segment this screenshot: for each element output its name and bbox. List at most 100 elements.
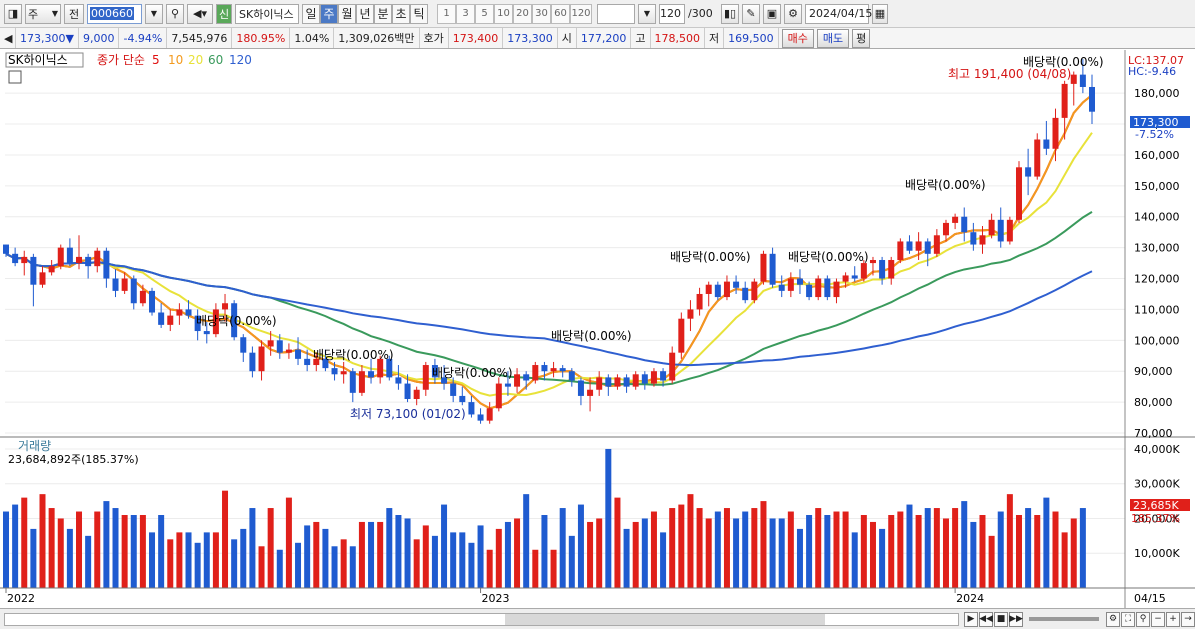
grid-toggle-icon[interactable] [8,70,22,84]
candle-body [769,253,776,285]
interval-button[interactable]: 5 [475,3,494,24]
sell-button[interactable]: 매도 [816,28,850,48]
interval-button[interactable]: 120 [570,3,592,24]
chart-menu-icon[interactable]: ◨ [4,3,22,24]
candle-body [222,303,229,310]
fullscreen-icon[interactable]: ⛶ [1121,611,1135,627]
candle-icon[interactable]: ▮▯ [721,3,739,24]
date-input[interactable]: 2024/04/15 [805,3,872,24]
dropdown-arrow-icon[interactable]: ▼ [145,3,163,24]
volume-bar [1070,518,1077,588]
candle-body [824,278,831,298]
high-label: 고 [631,28,651,48]
volume-bar [632,521,639,588]
volume-bar [76,511,83,588]
zoom-slider[interactable] [1029,617,1099,621]
calendar-icon[interactable]: ▦ [872,3,888,24]
forward-icon[interactable]: ▶▶ [1009,611,1023,627]
volume-bar [450,532,457,588]
volume-bar [167,539,174,588]
save-icon[interactable]: ▣ [763,3,781,24]
eval-button[interactable]: 평 [852,28,871,48]
candle-body [103,250,110,279]
trade-amount: 1,309,026백만 [334,28,420,48]
interval-button[interactable]: 3 [456,3,475,24]
volume-bar [441,504,448,588]
legend-stock-name: SK하이닉스 [8,53,68,67]
custom-interval-input[interactable] [597,3,635,24]
candle-body [888,259,895,279]
candle-body [833,281,840,298]
volume-bar [504,521,511,588]
next-icon[interactable]: ▶ [964,611,978,627]
volume-bar [1079,508,1086,588]
interval-button[interactable]: 30 [532,3,551,24]
hc-value: HC:-9.46 [1128,65,1176,78]
tool-icon[interactable]: ✎ [742,3,760,24]
zoom-icon[interactable]: ⚲ [1136,611,1150,627]
volume-bar [833,511,840,588]
tab-period[interactable]: 분 [374,3,392,24]
candle-body [970,232,977,245]
volume-bar [760,501,767,588]
search-icon[interactable]: ⚲ [166,3,184,24]
candle-body [413,389,420,400]
stock-code-input[interactable]: 000660 [87,3,142,24]
tab-period[interactable]: 일 [302,3,320,24]
volume-bar [431,535,438,588]
volume-bar [30,528,37,588]
candle-body [167,315,174,325]
candle-body [869,259,876,264]
interval-button[interactable]: 60 [551,3,570,24]
volume-bar [377,521,384,588]
stop-icon[interactable]: ■ [994,611,1008,627]
dividend-label: 배당락(0.00%) [313,348,394,362]
gear-icon[interactable]: ⚙ [784,3,802,24]
open-label: 시 [558,28,577,48]
candle-body [139,290,146,304]
interval-button[interactable]: 1 [437,3,456,24]
settings-icon[interactable]: ⚙ [1106,611,1120,627]
speaker-icon[interactable]: ◀▾ [187,3,213,24]
chevron-down-icon[interactable]: ▼ [638,3,656,24]
tab-period[interactable]: 틱 [410,3,428,24]
tab-period[interactable]: 년 [356,3,374,24]
candle-body [733,281,740,288]
candle-body [468,402,475,415]
price-tick-label: 140,000 [1134,211,1180,224]
stock-name-field[interactable]: SK하이닉스 [235,3,299,24]
candle-body [559,368,566,372]
quote-menu-icon[interactable]: ◀ [0,28,16,48]
volume-panel-title: 거래량 [18,439,51,453]
volume-bar [203,532,210,588]
interval-button[interactable]: 10 [494,3,513,24]
horizontal-scrollbar[interactable] [4,612,959,626]
candle-body [12,253,19,264]
price-tick-label: 180,000 [1134,87,1180,100]
expand-icon[interactable]: → [1181,611,1195,627]
candlestick-chart: 180,000170,000160,000150,000140,000130,0… [0,50,1195,608]
candle-body [979,235,986,245]
volume-bar [1006,494,1013,588]
candle-body [57,247,64,267]
scroll-thumb[interactable] [505,613,825,625]
volume-bar [194,542,201,588]
volume-bar [331,546,338,588]
volume-bar [249,508,256,588]
view-select[interactable]: 전 [64,3,84,24]
tab-period[interactable]: 초 [392,3,410,24]
candle-body [1025,167,1032,177]
period-select[interactable]: 주 ▼ [25,3,61,24]
volume-bar [997,511,1004,588]
tab-period-active[interactable]: 주 [320,3,338,24]
volume-bar [66,528,73,588]
tab-period[interactable]: 월 [338,3,356,24]
minus-icon[interactable]: − [1151,611,1165,627]
bar-count-max: /300 [688,7,713,20]
bar-count-input[interactable]: 120 [659,3,685,24]
buy-button[interactable]: 매수 [781,28,814,48]
candle-body [486,408,493,421]
rewind-icon[interactable]: ◀◀ [979,611,993,627]
plus-icon[interactable]: + [1166,611,1180,627]
interval-button[interactable]: 20 [513,3,532,24]
